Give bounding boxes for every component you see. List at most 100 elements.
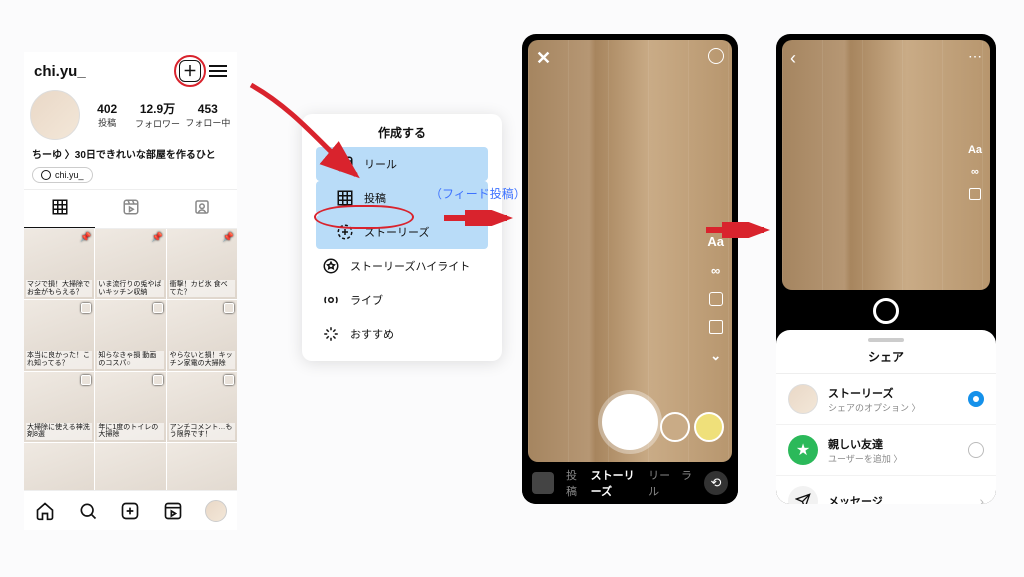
preview-strip bbox=[782, 292, 990, 330]
sparkle-icon bbox=[322, 325, 340, 343]
effect-thumb-2[interactable] bbox=[694, 412, 724, 442]
close-friends-icon: ★ bbox=[788, 435, 818, 465]
create-option-label: おすすめ bbox=[350, 326, 394, 342]
reel-badge-icon bbox=[224, 375, 234, 385]
back-icon[interactable]: ‹ bbox=[790, 48, 796, 69]
post-thumbnail[interactable]: 衝撃！カビ氷 食べてた？ 📌 bbox=[167, 229, 237, 299]
reel-badge-icon bbox=[81, 303, 91, 313]
post-thumbnail[interactable]: やらないと損！キッチン家電の大掃除 bbox=[167, 300, 237, 370]
chevron-down-icon[interactable]: ⌄ bbox=[710, 348, 721, 364]
create-option-reel[interactable]: リール bbox=[316, 147, 488, 181]
story-tool-rail: Aa ∞ ⌄ bbox=[707, 234, 724, 364]
create-option-label: ストーリーズハイライト bbox=[350, 258, 470, 274]
threads-handle: chi.yu_ bbox=[55, 170, 84, 180]
username[interactable]: chi.yu_ bbox=[34, 63, 171, 80]
nav-create-icon[interactable] bbox=[119, 500, 141, 522]
grid-icon bbox=[51, 198, 69, 216]
post-thumbnail[interactable]: 知らなきゃ損 動画のコスパ○ bbox=[95, 300, 165, 370]
radio-selected-icon[interactable] bbox=[968, 391, 984, 407]
post-caption: 衝撃！カビ氷 食べてた？ bbox=[169, 280, 235, 297]
share-sheet: シェア ストーリーズシェアのオプション 〉★親しい友達ユーザーを追加 〉メッセー… bbox=[776, 330, 996, 504]
create-post-button[interactable]: ＋ bbox=[179, 60, 201, 82]
create-sheet: 作成する リール投稿ストーリーズストーリーズハイライトライブおすすめ bbox=[302, 114, 502, 361]
nav-search-icon[interactable] bbox=[77, 500, 99, 522]
camera-modes: 投稿 ストーリーズ リール ラ bbox=[566, 467, 692, 499]
stat-followers[interactable]: 12.9万 フォロワー bbox=[134, 100, 180, 130]
share-option-message[interactable]: メッセージ › bbox=[776, 476, 996, 504]
followers-count: 12.9万 bbox=[134, 100, 180, 117]
post-caption: やらないと損！キッチン家電の大掃除 bbox=[169, 351, 235, 368]
tab-reels[interactable] bbox=[95, 190, 166, 228]
reel-badge-icon bbox=[81, 375, 91, 385]
post-thumbnail[interactable]: 年に1度のトイレの大掃除 bbox=[95, 372, 165, 442]
tagged-icon bbox=[193, 198, 211, 216]
post-caption: 知らなきゃ損 動画のコスパ○ bbox=[97, 351, 163, 368]
gallery-button[interactable] bbox=[532, 472, 554, 494]
create-option-label: ライブ bbox=[350, 292, 383, 308]
live-icon bbox=[322, 291, 340, 309]
bottom-nav bbox=[24, 490, 237, 530]
share-sheet-title: シェア bbox=[776, 348, 996, 374]
pin-icon: 📌 bbox=[80, 232, 91, 243]
share-option-close[interactable]: ★親しい友達ユーザーを追加 〉 bbox=[776, 425, 996, 476]
nav-reels-icon[interactable] bbox=[162, 500, 184, 522]
boomerang-icon[interactable]: ∞ bbox=[711, 263, 720, 278]
text-tool-icon[interactable]: Aa bbox=[707, 234, 724, 249]
stat-following[interactable]: 453 フォロー中 bbox=[185, 102, 231, 129]
post-thumbnail[interactable]: 大掃除に使える神洗剤8選 bbox=[24, 372, 94, 442]
posts-count: 402 bbox=[84, 102, 130, 116]
switch-camera-icon[interactable]: ⟲ bbox=[704, 471, 728, 495]
nav-home-icon[interactable] bbox=[34, 500, 56, 522]
share-option-subtitle: シェアのオプション 〉 bbox=[828, 401, 921, 414]
following-count: 453 bbox=[185, 102, 231, 116]
stat-posts[interactable]: 402 投稿 bbox=[84, 102, 130, 129]
reel-badge-icon bbox=[153, 375, 163, 385]
sticker-icon[interactable] bbox=[969, 188, 981, 200]
mode-post[interactable]: 投稿 bbox=[566, 467, 583, 499]
create-option-label: リール bbox=[364, 156, 397, 172]
post-thumbnail[interactable]: 本当に良かった！これ知ってる？ bbox=[24, 300, 94, 370]
threads-chip[interactable]: chi.yu_ bbox=[32, 167, 93, 183]
highlight-stories-ring bbox=[314, 205, 414, 229]
sticker-icon[interactable] bbox=[709, 292, 723, 306]
share-option-title: ストーリーズ bbox=[828, 385, 921, 401]
flash-icon[interactable]: ✕ bbox=[536, 48, 551, 69]
story-preview[interactable] bbox=[782, 40, 990, 290]
followers-label: フォロワー bbox=[134, 117, 180, 130]
nav-profile-avatar[interactable] bbox=[205, 500, 227, 522]
shutter-mini[interactable] bbox=[873, 298, 899, 324]
mode-reel[interactable]: リール bbox=[648, 467, 673, 499]
post-thumbnail[interactable]: マジで損！大掃除でお金がもらえる？📌 bbox=[24, 229, 94, 299]
sheet-handle[interactable] bbox=[868, 338, 904, 342]
create-option-highlight[interactable]: ストーリーズハイライト bbox=[302, 249, 502, 283]
posts-grid: マジで損！大掃除でお金がもらえる？📌いま流行りの兎やばいキッチン収納📌衝撃！カビ… bbox=[24, 229, 237, 513]
share-option-title: メッセージ bbox=[828, 493, 883, 504]
shutter-button[interactable] bbox=[602, 394, 658, 450]
effect-thumb-1[interactable] bbox=[660, 412, 690, 442]
profile-top-bar: chi.yu_ ＋ bbox=[24, 52, 237, 86]
reel-icon bbox=[336, 155, 354, 173]
highlight-icon bbox=[322, 257, 340, 275]
mode-story[interactable]: ストーリーズ bbox=[591, 467, 640, 499]
more-icon[interactable]: ⋯ bbox=[968, 48, 982, 69]
tab-grid[interactable] bbox=[24, 190, 95, 228]
share-option-stories[interactable]: ストーリーズシェアのオプション 〉 bbox=[776, 374, 996, 425]
mode-live[interactable]: ラ bbox=[681, 467, 692, 499]
chevron-right-icon: › bbox=[979, 493, 984, 504]
tab-tagged[interactable] bbox=[166, 190, 237, 228]
layout-icon[interactable] bbox=[709, 320, 723, 334]
create-option-live[interactable]: ライブ bbox=[302, 283, 502, 317]
pin-icon: 📌 bbox=[223, 232, 234, 243]
post-thumbnail[interactable]: アンチコメント…もう限界です！ bbox=[167, 372, 237, 442]
post-thumbnail[interactable]: いま流行りの兎やばいキッチン収納📌 bbox=[95, 229, 165, 299]
create-option-label: 投稿 bbox=[364, 190, 386, 206]
text-tool-icon[interactable]: Aa bbox=[968, 144, 982, 156]
avatar bbox=[788, 384, 818, 414]
boomerang-icon[interactable]: ∞ bbox=[971, 166, 979, 178]
menu-icon[interactable] bbox=[209, 65, 227, 77]
reels-icon bbox=[122, 198, 140, 216]
settings-icon[interactable] bbox=[708, 48, 724, 64]
avatar[interactable] bbox=[30, 90, 80, 140]
create-option-sparkle[interactable]: おすすめ bbox=[302, 317, 502, 351]
radio-unselected-icon[interactable] bbox=[968, 442, 984, 458]
